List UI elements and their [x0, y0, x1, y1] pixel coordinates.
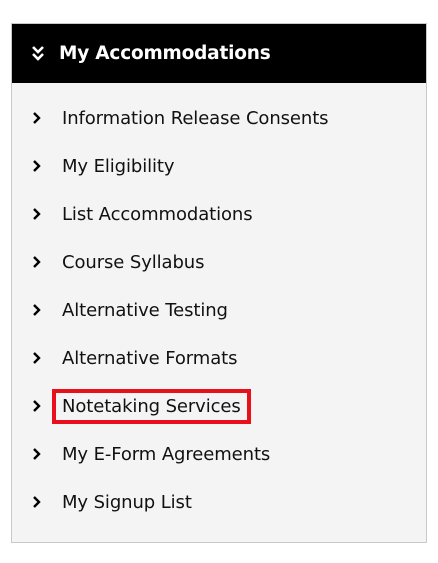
menu-item-my-e-form-agreements[interactable]: My E-Form Agreements	[12, 430, 426, 478]
chevron-right-icon	[31, 158, 43, 174]
menu-item-notetaking-services[interactable]: Notetaking Services	[12, 382, 426, 430]
menu-item-label: Alternative Formats	[62, 347, 238, 369]
menu-item-my-eligibility[interactable]: My Eligibility	[12, 142, 426, 190]
chevron-right-icon	[31, 206, 43, 222]
menu-item-label: Course Syllabus	[62, 251, 205, 273]
menu-item-label: My Signup List	[62, 491, 192, 513]
menu-item-course-syllabus[interactable]: Course Syllabus	[12, 238, 426, 286]
panel-header[interactable]: My Accommodations	[12, 24, 426, 83]
menu-item-alternative-testing[interactable]: Alternative Testing	[12, 286, 426, 334]
chevron-right-icon	[31, 494, 43, 510]
accommodations-menu: Information Release Consents My Eligibil…	[12, 83, 426, 526]
menu-item-label: My E-Form Agreements	[62, 443, 271, 465]
menu-item-label-highlighted: Notetaking Services	[52, 388, 251, 424]
chevron-right-icon	[31, 254, 43, 270]
menu-item-list-accommodations[interactable]: List Accommodations	[12, 190, 426, 238]
my-accommodations-panel: My Accommodations Information Release Co…	[11, 23, 427, 543]
chevron-right-icon	[31, 350, 43, 366]
panel-title: My Accommodations	[59, 43, 271, 64]
menu-item-information-release-consents[interactable]: Information Release Consents	[12, 94, 426, 142]
chevron-right-icon	[31, 398, 43, 414]
chevron-right-icon	[31, 446, 43, 462]
menu-item-label: List Accommodations	[62, 203, 253, 225]
menu-item-alternative-formats[interactable]: Alternative Formats	[12, 334, 426, 382]
menu-item-my-signup-list[interactable]: My Signup List	[12, 478, 426, 526]
double-chevron-down-icon	[31, 44, 45, 64]
menu-item-label: Alternative Testing	[62, 299, 228, 321]
menu-item-label: My Eligibility	[62, 155, 175, 177]
chevron-right-icon	[31, 302, 43, 318]
menu-item-label: Information Release Consents	[62, 107, 329, 129]
chevron-right-icon	[31, 110, 43, 126]
